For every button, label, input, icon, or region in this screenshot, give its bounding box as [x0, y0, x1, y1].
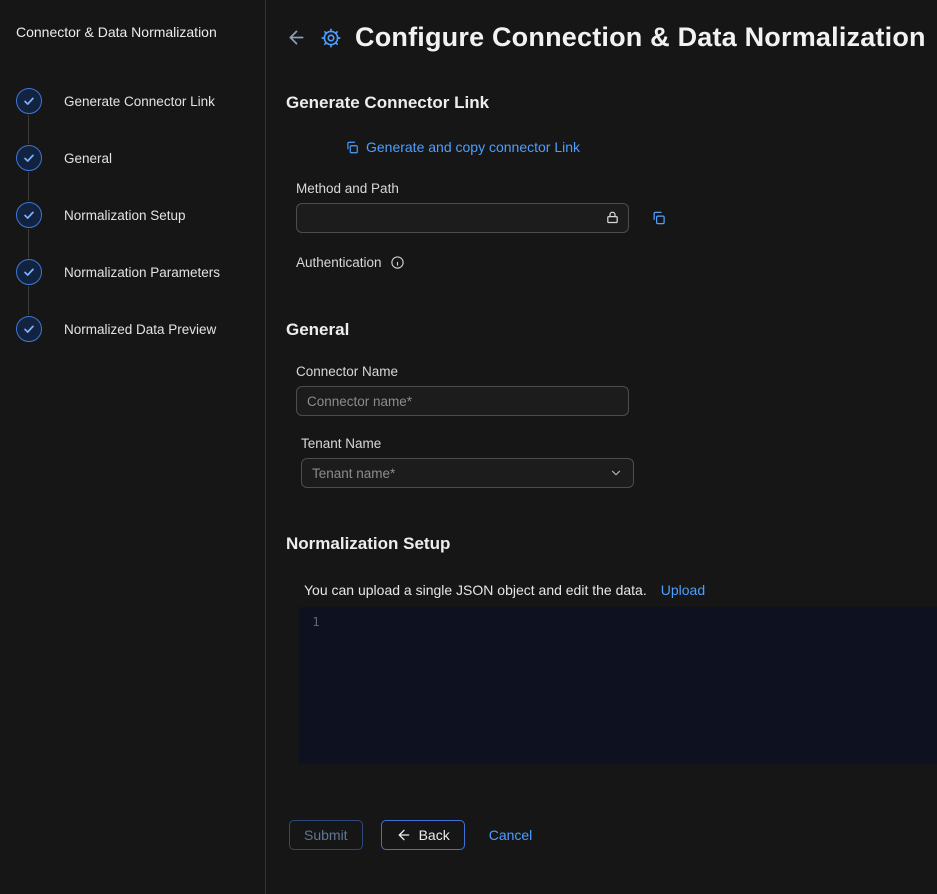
- footer-actions: Submit Back Cancel: [289, 820, 937, 850]
- copy-icon[interactable]: [651, 210, 666, 226]
- method-path-label: Method and Path: [296, 181, 937, 196]
- upload-button[interactable]: Upload: [661, 582, 705, 598]
- generate-copy-link-label: Generate and copy connector Link: [366, 139, 580, 155]
- section-heading-general: General: [286, 320, 937, 340]
- wizard-stepper: Generate Connector Link General Normaliz…: [16, 88, 251, 342]
- back-button-label: Back: [419, 827, 450, 843]
- authentication-label: Authentication: [296, 255, 382, 270]
- json-editor[interactable]: 1: [299, 607, 937, 764]
- gear-icon: [320, 27, 342, 49]
- connector-name-label: Connector Name: [296, 364, 937, 379]
- tenant-name-select[interactable]: Tenant name*: [301, 458, 634, 488]
- main-content: Configure Connection & Data Normalizatio…: [266, 0, 937, 894]
- back-arrow-icon: [396, 827, 412, 843]
- check-icon: [16, 259, 42, 285]
- submit-button[interactable]: Submit: [289, 820, 363, 850]
- back-arrow-icon[interactable]: [286, 27, 307, 48]
- section-heading-generate: Generate Connector Link: [286, 93, 937, 113]
- sidebar-title: Connector & Data Normalization: [16, 24, 251, 40]
- step-label: General: [64, 151, 112, 166]
- copy-icon: [345, 140, 359, 155]
- chevron-down-icon: [609, 466, 623, 480]
- check-icon: [16, 145, 42, 171]
- sidebar-item-generate-connector-link[interactable]: Generate Connector Link: [16, 88, 251, 145]
- method-path-input[interactable]: [296, 203, 629, 233]
- back-button[interactable]: Back: [381, 820, 465, 850]
- tenant-name-label: Tenant Name: [301, 436, 937, 451]
- check-icon: [16, 316, 42, 342]
- sidebar-item-normalized-data-preview[interactable]: Normalized Data Preview: [16, 316, 251, 342]
- page-header: Configure Connection & Data Normalizatio…: [286, 22, 937, 53]
- step-label: Generate Connector Link: [64, 94, 215, 109]
- section-heading-normalization: Normalization Setup: [286, 534, 937, 554]
- cancel-button[interactable]: Cancel: [483, 821, 539, 849]
- tenant-name-placeholder: Tenant name*: [312, 466, 395, 481]
- sidebar-item-general[interactable]: General: [16, 145, 251, 202]
- sidebar-item-normalization-parameters[interactable]: Normalization Parameters: [16, 259, 251, 316]
- editor-content[interactable]: [333, 607, 937, 764]
- step-label: Normalization Parameters: [64, 265, 220, 280]
- step-label: Normalization Setup: [64, 208, 186, 223]
- sidebar-item-normalization-setup[interactable]: Normalization Setup: [16, 202, 251, 259]
- lock-icon: [605, 210, 620, 225]
- generate-copy-link-button[interactable]: Generate and copy connector Link: [345, 139, 580, 155]
- upload-hint-text: You can upload a single JSON object and …: [304, 582, 647, 598]
- page-title: Configure Connection & Data Normalizatio…: [355, 22, 926, 53]
- section-normalization-setup: Normalization Setup You can upload a sin…: [286, 534, 937, 764]
- step-label: Normalized Data Preview: [64, 322, 216, 337]
- check-icon: [16, 202, 42, 228]
- info-icon[interactable]: [390, 255, 405, 270]
- connector-name-input[interactable]: [296, 386, 629, 416]
- section-generate-connector-link: Generate Connector Link Generate and cop…: [286, 93, 937, 270]
- section-general: General Connector Name Tenant Name Tenan…: [286, 320, 937, 488]
- editor-line-number: 1: [299, 607, 333, 764]
- check-icon: [16, 88, 42, 114]
- wizard-sidebar: Connector & Data Normalization Generate …: [0, 0, 266, 894]
